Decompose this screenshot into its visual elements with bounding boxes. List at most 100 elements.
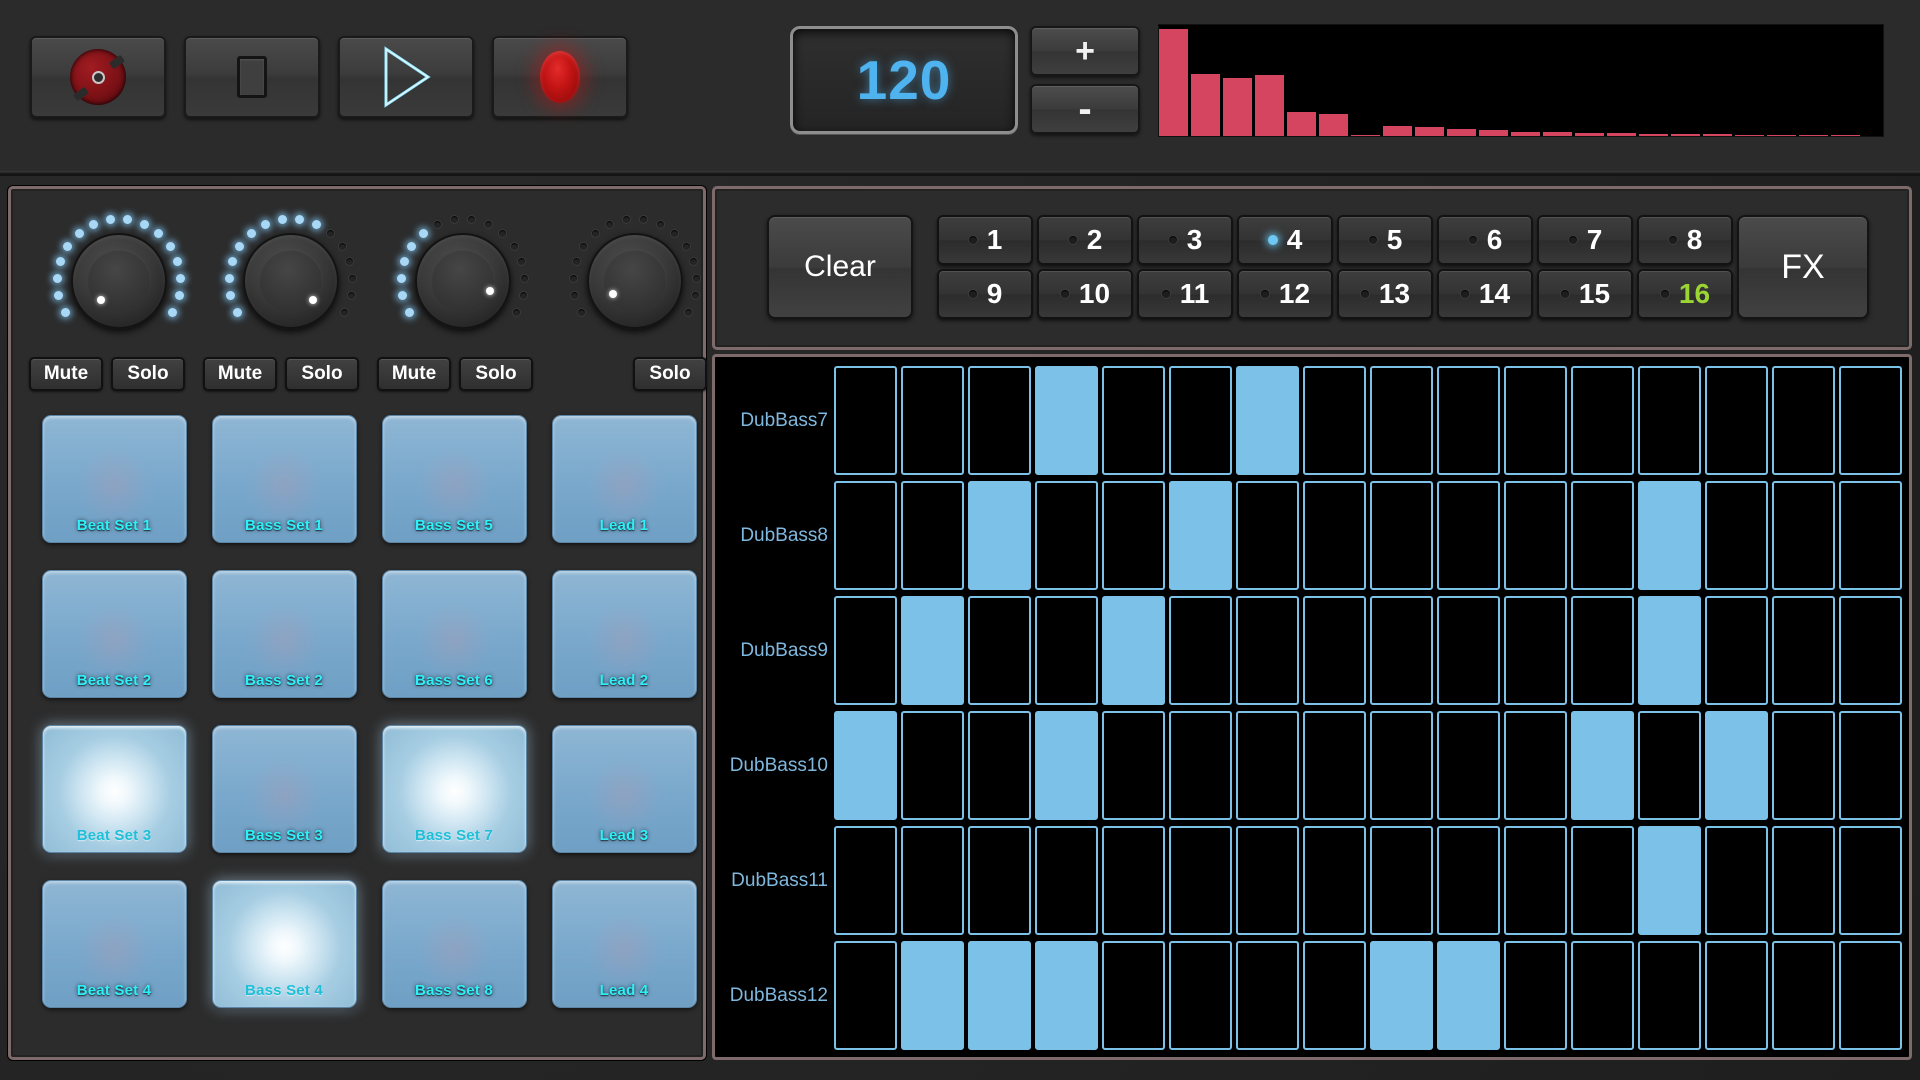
step-cell[interactable] [1638, 596, 1701, 705]
pad-button[interactable]: Bass Set 3 [211, 724, 357, 853]
knob-body[interactable] [587, 233, 683, 329]
step-cell[interactable] [1437, 481, 1500, 590]
pattern-button-4[interactable]: 4 [1237, 215, 1333, 265]
step-cell[interactable] [1236, 826, 1299, 935]
step-cell[interactable] [1236, 941, 1299, 1050]
step-cell[interactable] [1638, 366, 1701, 475]
step-cell[interactable] [1504, 826, 1567, 935]
step-cell[interactable] [1102, 711, 1165, 820]
step-cell[interactable] [901, 366, 964, 475]
step-cell[interactable] [1102, 596, 1165, 705]
clear-button[interactable]: Clear [767, 215, 913, 319]
step-cell[interactable] [1236, 366, 1299, 475]
step-cell[interactable] [1370, 711, 1433, 820]
step-cell[interactable] [1303, 941, 1366, 1050]
step-cell[interactable] [1638, 481, 1701, 590]
step-cell[interactable] [1437, 366, 1500, 475]
knob-channel-2[interactable] [205, 211, 377, 351]
step-cell[interactable] [968, 481, 1031, 590]
pad-button[interactable]: Lead 3 [551, 724, 697, 853]
pattern-button-7[interactable]: 7 [1537, 215, 1633, 265]
pad-button[interactable]: Beat Set 4 [41, 879, 187, 1008]
step-cell[interactable] [1839, 366, 1902, 475]
step-cell[interactable] [1303, 711, 1366, 820]
step-cell[interactable] [1705, 366, 1768, 475]
pad-button[interactable]: Bass Set 2 [211, 569, 357, 698]
pattern-button-12[interactable]: 12 [1237, 269, 1333, 319]
pad-button[interactable]: Beat Set 1 [41, 414, 187, 543]
step-cell[interactable] [1504, 596, 1567, 705]
pattern-button-14[interactable]: 14 [1437, 269, 1533, 319]
solo-button-1[interactable]: Solo [111, 357, 185, 391]
pad-button[interactable]: Beat Set 3 [41, 724, 187, 853]
step-cell[interactable] [1035, 826, 1098, 935]
step-cell[interactable] [1705, 596, 1768, 705]
pattern-button-3[interactable]: 3 [1137, 215, 1233, 265]
step-cell[interactable] [1102, 941, 1165, 1050]
bpm-decrease-button[interactable]: - [1030, 84, 1140, 134]
mute-button-2[interactable]: Mute [203, 357, 277, 391]
fx-button[interactable]: FX [1737, 215, 1869, 319]
pattern-button-9[interactable]: 9 [937, 269, 1033, 319]
pad-button[interactable]: Bass Set 4 [211, 879, 357, 1008]
knob-channel-1[interactable] [33, 211, 205, 351]
pad-button[interactable]: Beat Set 2 [41, 569, 187, 698]
step-cell[interactable] [1236, 711, 1299, 820]
step-cell[interactable] [834, 711, 897, 820]
mute-button-3[interactable]: Mute [377, 357, 451, 391]
stop-button[interactable] [184, 36, 320, 118]
step-cell[interactable] [1705, 711, 1768, 820]
step-cell[interactable] [1571, 711, 1634, 820]
pattern-button-8[interactable]: 8 [1637, 215, 1733, 265]
step-cell[interactable] [1370, 481, 1433, 590]
step-cell[interactable] [1772, 941, 1835, 1050]
step-cell[interactable] [1102, 481, 1165, 590]
pad-button[interactable]: Lead 1 [551, 414, 697, 543]
step-cell[interactable] [1303, 826, 1366, 935]
step-cell[interactable] [1370, 366, 1433, 475]
step-cell[interactable] [1370, 596, 1433, 705]
pattern-button-6[interactable]: 6 [1437, 215, 1533, 265]
step-cell[interactable] [901, 711, 964, 820]
rewind-disc-button[interactable] [30, 36, 166, 118]
knob-body[interactable] [415, 233, 511, 329]
step-cell[interactable] [1437, 596, 1500, 705]
step-cell[interactable] [901, 826, 964, 935]
step-cell[interactable] [1169, 481, 1232, 590]
step-cell[interactable] [968, 711, 1031, 820]
step-cell[interactable] [1571, 366, 1634, 475]
step-cell[interactable] [1102, 366, 1165, 475]
step-cell[interactable] [1839, 826, 1902, 935]
step-cell[interactable] [1437, 711, 1500, 820]
pad-button[interactable]: Bass Set 1 [211, 414, 357, 543]
pad-button[interactable]: Bass Set 7 [381, 724, 527, 853]
step-cell[interactable] [1839, 481, 1902, 590]
step-cell[interactable] [1772, 826, 1835, 935]
step-cell[interactable] [1035, 711, 1098, 820]
step-cell[interactable] [1772, 711, 1835, 820]
pattern-button-5[interactable]: 5 [1337, 215, 1433, 265]
mute-button-1[interactable]: Mute [29, 357, 103, 391]
step-cell[interactable] [1035, 481, 1098, 590]
step-cell[interactable] [1169, 941, 1232, 1050]
step-cell[interactable] [1370, 941, 1433, 1050]
step-cell[interactable] [834, 826, 897, 935]
knob-body[interactable] [243, 233, 339, 329]
pad-button[interactable]: Lead 4 [551, 879, 697, 1008]
step-cell[interactable] [1839, 711, 1902, 820]
step-cell[interactable] [1638, 941, 1701, 1050]
record-button[interactable] [492, 36, 628, 118]
step-cell[interactable] [834, 941, 897, 1050]
step-cell[interactable] [1705, 941, 1768, 1050]
step-cell[interactable] [968, 366, 1031, 475]
step-cell[interactable] [1504, 711, 1567, 820]
step-cell[interactable] [901, 481, 964, 590]
step-cell[interactable] [1303, 596, 1366, 705]
step-cell[interactable] [1504, 941, 1567, 1050]
play-button[interactable] [338, 36, 474, 118]
step-cell[interactable] [1638, 826, 1701, 935]
step-cell[interactable] [834, 481, 897, 590]
step-cell[interactable] [901, 596, 964, 705]
step-cell[interactable] [1035, 366, 1098, 475]
step-cell[interactable] [1705, 481, 1768, 590]
